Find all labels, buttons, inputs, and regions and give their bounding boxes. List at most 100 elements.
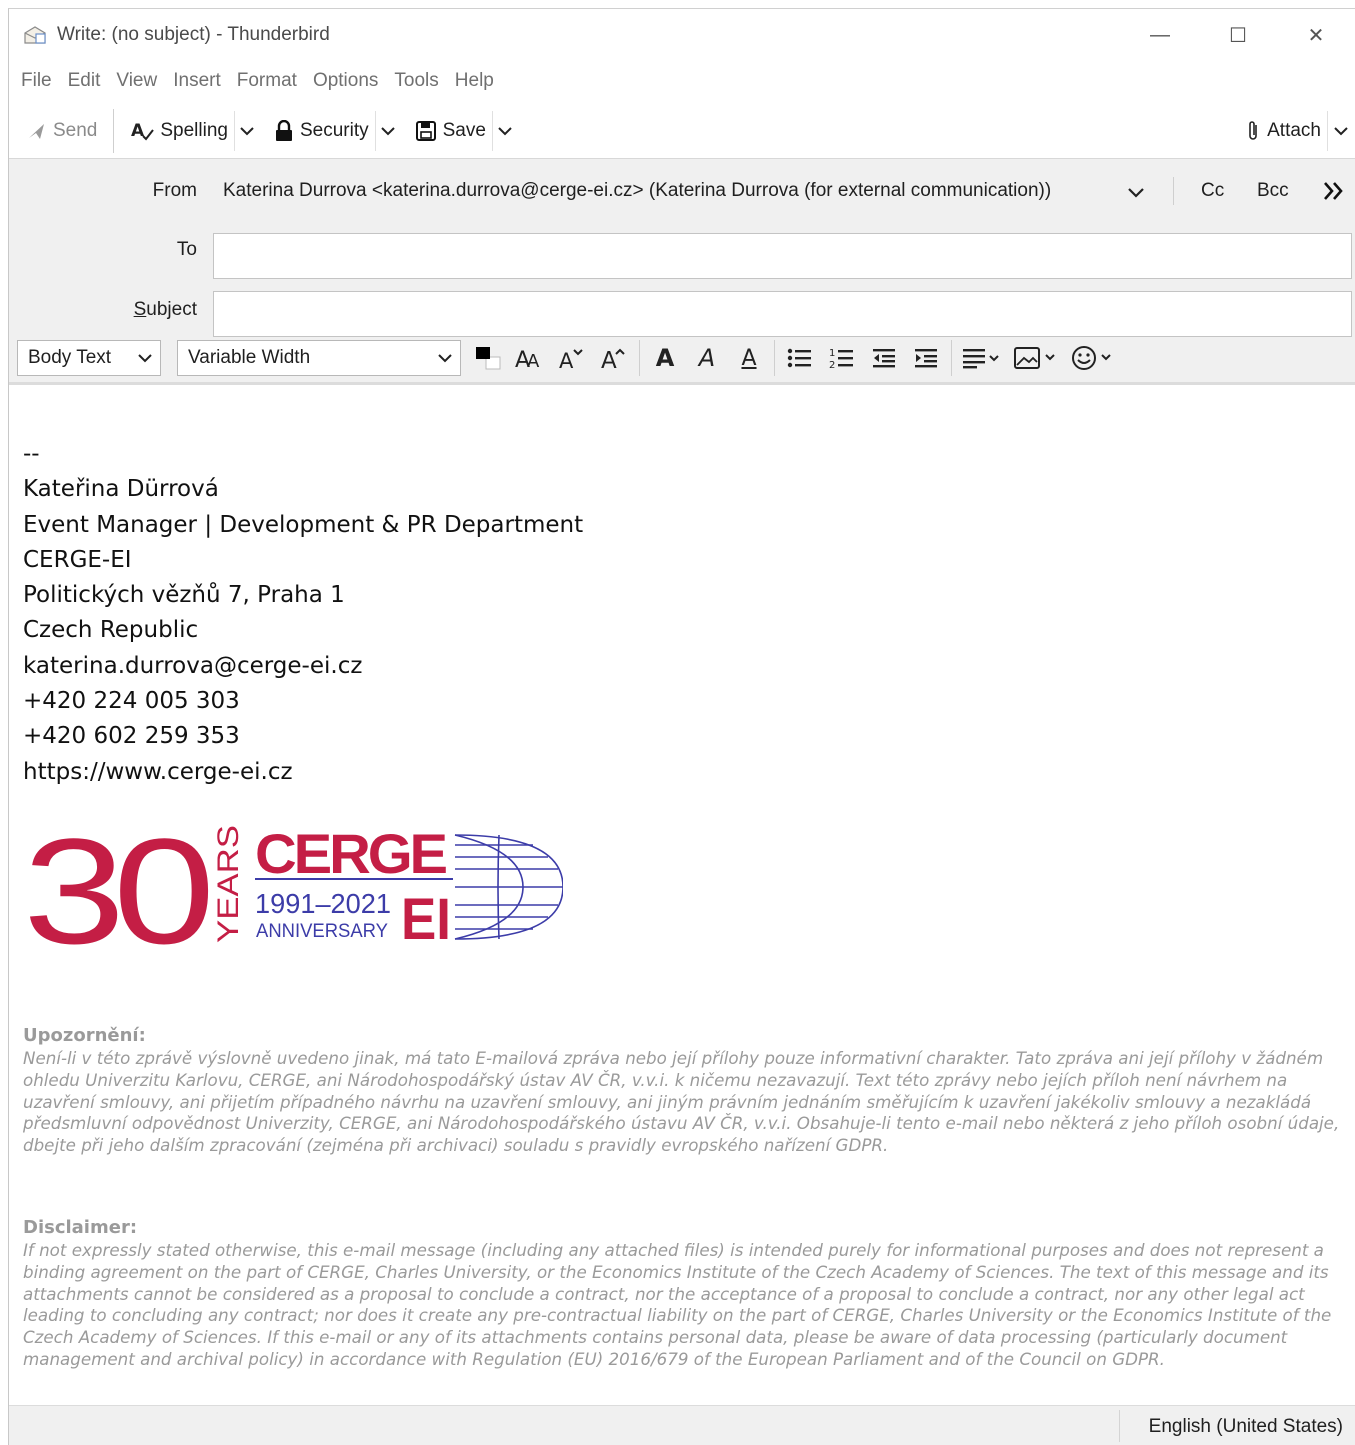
bcc-button[interactable]: Bcc [1257, 180, 1289, 202]
underline-icon: A [741, 345, 757, 371]
indent-icon [915, 349, 937, 368]
signature-name: Kateřina Dürrová [23, 476, 219, 503]
toolbar-separator [113, 108, 115, 153]
menu-help[interactable]: Help [455, 70, 494, 92]
font-size-normal-button[interactable]: A A [509, 338, 551, 378]
menu-insert[interactable]: Insert [173, 70, 221, 92]
svg-text:2: 2 [829, 360, 835, 370]
attach-label: Attach [1267, 119, 1321, 141]
signature: -- Kateřina Dürrová Event Manager | Deve… [23, 437, 583, 790]
font-size-smaller-button[interactable]: A [551, 338, 593, 378]
logo-dates: 1991–2021 [255, 888, 391, 919]
font-size-larger-button[interactable]: A [593, 338, 635, 378]
chevron-down-icon [1333, 126, 1348, 135]
format-separator [639, 340, 640, 376]
outdent-button[interactable] [863, 338, 905, 378]
chevron-down-icon [138, 354, 152, 363]
attach-dropdown[interactable] [1327, 110, 1353, 151]
paperclip-icon [1249, 120, 1257, 140]
spellcheck-language[interactable]: English (United States) [1149, 1416, 1343, 1438]
signature-website: https://www.cerge-ei.cz [23, 758, 293, 785]
logo-number: 30 [23, 821, 209, 951]
format-separator [951, 340, 952, 376]
alignment-button[interactable] [956, 338, 1006, 378]
menu-view[interactable]: View [116, 70, 157, 92]
font-size-normal-icon: A A [515, 348, 540, 371]
signature-phone-1: +420 224 005 303 [23, 688, 240, 715]
send-label: Send [53, 119, 98, 141]
save-dropdown[interactable] [491, 110, 518, 151]
font-size-smaller-icon: A [559, 349, 583, 371]
insert-emoji-button[interactable] [1066, 338, 1122, 378]
menu-file[interactable]: File [21, 70, 52, 92]
notice-english: Disclaimer: If not expressly stated othe… [23, 1217, 1348, 1371]
smiley-icon [1072, 346, 1111, 370]
italic-button[interactable]: A [686, 338, 728, 378]
bullet-list-icon [787, 348, 811, 368]
maximize-button[interactable]: ☐ [1199, 9, 1277, 61]
numbered-list-icon: 1 2 [829, 348, 853, 370]
signature-org: CERGE-EI [23, 546, 132, 573]
svg-text:A: A [559, 349, 574, 371]
from-identity-select[interactable]: Katerina Durrova <katerina.durrova@cerge… [223, 180, 1051, 202]
spelling-button[interactable]: A Spelling [124, 111, 234, 151]
security-dropdown[interactable] [374, 110, 401, 151]
bold-button[interactable]: A [644, 338, 686, 378]
align-left-icon [963, 349, 999, 369]
logo-anniversary: ANNIVERSARY [256, 921, 388, 942]
format-toolbar: Body Text Variable Width A A A A A A A 1… [9, 333, 1355, 383]
send-button[interactable]: Send [21, 111, 103, 151]
underline-button[interactable]: A [728, 338, 770, 378]
menu-format[interactable]: Format [237, 70, 297, 92]
header-separator [1173, 177, 1174, 205]
logo-years: YEARS [212, 825, 245, 943]
signature-address: Politických vězňů 7, Praha 1 [23, 582, 345, 609]
to-input[interactable] [213, 233, 1352, 279]
numbered-list-button[interactable]: 1 2 [821, 338, 863, 378]
minimize-icon: — [1150, 23, 1170, 46]
logo-brand: CERGE [255, 822, 447, 885]
subject-input[interactable] [213, 291, 1352, 337]
font-select[interactable]: Variable Width [177, 340, 461, 376]
menu-edit[interactable]: Edit [68, 70, 101, 92]
spelling-dropdown[interactable] [233, 110, 260, 151]
globe-icon [454, 834, 563, 940]
notice-czech: Upozornění: Není-li v této zprávě výslov… [23, 1025, 1348, 1157]
menu-options[interactable]: Options [313, 70, 378, 92]
close-button[interactable]: ✕ [1277, 9, 1355, 61]
from-label: From [152, 180, 197, 201]
chevron-down-icon[interactable] [1127, 179, 1145, 205]
attach-button[interactable]: Attach [1239, 111, 1327, 151]
bullet-list-button[interactable] [779, 338, 821, 378]
security-label: Security [299, 119, 369, 141]
paragraph-style-select[interactable]: Body Text [17, 340, 161, 376]
signature-email: katerina.durrova@cerge-ei.cz [23, 652, 363, 679]
chevron-down-icon [240, 126, 255, 135]
paragraph-style-value: Body Text [28, 347, 112, 368]
security-button[interactable]: Security [268, 111, 375, 151]
indent-button[interactable] [905, 338, 947, 378]
compose-toolbar: Send A Spelling Security Save Attach [9, 103, 1355, 159]
message-body[interactable]: -- Kateřina Dürrová Event Manager | Deve… [9, 385, 1355, 1405]
save-label: Save [442, 119, 486, 141]
minimize-button[interactable]: — [1121, 9, 1199, 61]
cc-button[interactable]: Cc [1201, 180, 1224, 202]
font-value: Variable Width [188, 347, 311, 368]
status-bar: English (United States) [9, 1405, 1355, 1445]
color-swatch-icon [476, 347, 501, 370]
svg-text:A: A [601, 348, 617, 371]
spelling-label: Spelling [160, 119, 228, 141]
insert-image-button[interactable] [1006, 338, 1066, 378]
svg-text:A: A [131, 121, 145, 141]
save-button[interactable]: Save [409, 111, 492, 151]
save-icon [415, 120, 436, 141]
text-color-button[interactable] [467, 338, 509, 378]
svg-text:1: 1 [829, 348, 835, 359]
format-separator [774, 340, 775, 376]
chevron-down-icon [438, 354, 452, 363]
maximize-icon: ☐ [1229, 24, 1247, 47]
signature-phone-2: +420 602 259 353 [23, 723, 240, 750]
menu-tools[interactable]: Tools [394, 70, 438, 92]
subject-label: Subject [133, 299, 197, 320]
double-chevron-right-icon[interactable] [1321, 177, 1347, 205]
